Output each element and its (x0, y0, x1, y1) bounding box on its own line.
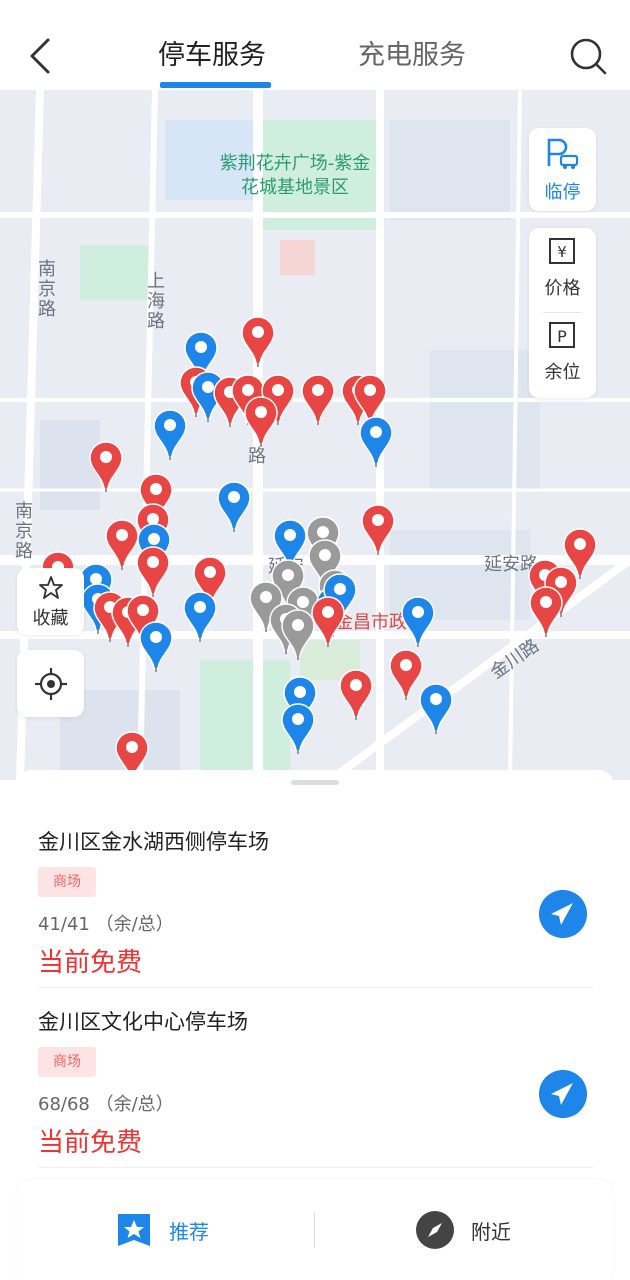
spaces-label: 余位 (544, 362, 581, 383)
search-icon[interactable] (568, 36, 608, 76)
favorite-button[interactable]: 收藏 (17, 568, 84, 635)
bottom-nav: 推荐 附近 (17, 1180, 613, 1280)
map-label-shanghai-road: 上海路 (147, 271, 165, 332)
lot-name: 金川区文化中心停车场 (38, 1010, 248, 1034)
temp-park-toggle[interactable]: 临停 (529, 128, 596, 211)
navigate-icon[interactable] (539, 1070, 587, 1118)
filter-group: ¥ 价格 P 余位 (529, 228, 596, 398)
top-bar: 停车服务 充电服务 (0, 0, 630, 90)
compass-icon (416, 1211, 454, 1249)
parking-pin-icon[interactable] (243, 395, 279, 447)
map-view[interactable]: 紫荆花卉广场-紫金花城基地景区 南京路 上海路 南京路 延安路 金川路 金昌市政… (0, 90, 630, 780)
lot-name: 金川区金水湖西侧停车场 (38, 830, 269, 854)
parking-pin-icon[interactable] (182, 590, 218, 642)
filter-divider (543, 312, 582, 313)
price-button[interactable]: ¥ 价格 (529, 228, 596, 310)
locate-icon (35, 668, 67, 700)
nearby-tab[interactable]: 附近 (415, 1208, 511, 1252)
recommend-tab[interactable]: 推荐 (115, 1208, 209, 1252)
list-item[interactable]: 金川区文化中心停车场 商场 68/68 （余/总） 当前免费 (17, 950, 613, 1158)
list-item[interactable]: 金川区金水湖西侧停车场 商场 41/41 （余/总） 当前免费 (17, 770, 613, 978)
parking-pin-icon[interactable] (300, 373, 336, 425)
parking-pin-icon[interactable] (280, 702, 316, 754)
parking-pin-icon[interactable] (418, 682, 454, 734)
price-label: 价格 (544, 278, 581, 299)
parking-pin-icon[interactable] (360, 503, 396, 555)
parking-pin-icon[interactable] (528, 585, 564, 637)
back-arrow-icon[interactable] (24, 36, 58, 76)
nearby-label: 附近 (471, 1219, 511, 1244)
lot-tag: 商场 (38, 1047, 96, 1077)
parking-pin-icon[interactable] (400, 595, 436, 647)
nav-divider (314, 1212, 315, 1248)
map-label-park: 紫荆花卉广场-紫金花城基地景区 (219, 153, 371, 198)
favorite-label: 收藏 (32, 608, 69, 629)
svg-text:P: P (557, 327, 567, 346)
parking-space-icon: P (549, 322, 575, 348)
map-label-nanjing-road: 南京路 (38, 259, 56, 320)
navigate-icon[interactable] (539, 890, 587, 938)
parking-car-icon (547, 138, 579, 169)
parking-pin-icon[interactable] (138, 620, 174, 672)
recommend-label: 推荐 (169, 1219, 209, 1244)
star-icon (39, 576, 63, 599)
lot-price-status: 当前免费 (38, 1128, 143, 1158)
price-icon: ¥ (549, 238, 575, 264)
active-tab-indicator (160, 82, 271, 88)
recommend-star-icon (118, 1214, 150, 1246)
locate-button[interactable] (17, 650, 84, 717)
parking-pin-icon[interactable] (240, 315, 276, 367)
parking-pin-icon[interactable] (135, 545, 171, 597)
tab-parking-service[interactable]: 停车服务 (158, 38, 266, 74)
parking-pin-icon[interactable] (562, 527, 598, 579)
tab-charging-service[interactable]: 充电服务 (358, 38, 466, 74)
map-label-nanjing-road-2: 南京路 (15, 501, 33, 562)
list-divider (38, 1167, 593, 1168)
lot-tag: 商场 (38, 867, 96, 897)
lot-spaces: 68/68 （余/总） (38, 1094, 174, 1115)
parking-pin-icon[interactable] (88, 440, 124, 492)
parking-pin-icon[interactable] (338, 668, 374, 720)
spaces-button[interactable]: P 余位 (529, 316, 596, 398)
parking-pin-icon[interactable] (152, 408, 188, 460)
parking-pin-icon[interactable] (358, 415, 394, 467)
lot-spaces: 41/41 （余/总） (38, 914, 174, 935)
svg-text:¥: ¥ (557, 243, 567, 261)
parking-pin-icon[interactable] (310, 595, 346, 647)
parking-list-sheet[interactable]: 金川区金水湖西侧停车场 商场 41/41 （余/总） 当前免费 金川区文化中心停… (17, 770, 613, 1190)
temp-park-label: 临停 (544, 182, 581, 203)
parking-pin-icon[interactable] (216, 480, 252, 532)
